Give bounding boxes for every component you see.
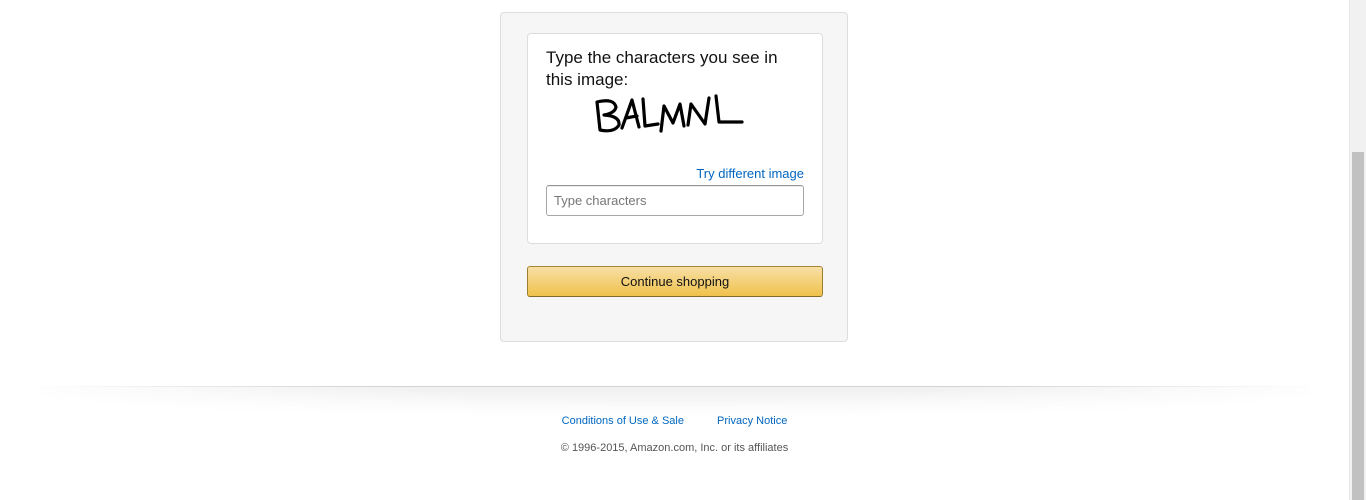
privacy-notice-link[interactable]: Privacy Notice: [717, 415, 787, 427]
footer-links: Conditions of Use & Sale Privacy Notice: [0, 415, 1349, 427]
vertical-scrollbar[interactable]: [1349, 0, 1366, 500]
try-different-image-link[interactable]: Try different image: [696, 166, 804, 181]
captcha-prompt: Type the characters you see in this imag…: [546, 48, 778, 89]
page: Type the characters you see in this imag…: [0, 0, 1366, 500]
captcha-card: Type the characters you see in this imag…: [527, 33, 823, 244]
conditions-of-use-link[interactable]: Conditions of Use & Sale: [562, 415, 684, 427]
scrollbar-thumb[interactable]: [1352, 152, 1364, 500]
captcha-characters-input[interactable]: [546, 185, 804, 216]
continue-shopping-button[interactable]: Continue shopping: [527, 266, 823, 297]
copyright-text: © 1996-2015, Amazon.com, Inc. or its aff…: [560, 442, 789, 454]
footer-divider-line: [40, 386, 1310, 387]
captcha-image: [595, 94, 744, 133]
